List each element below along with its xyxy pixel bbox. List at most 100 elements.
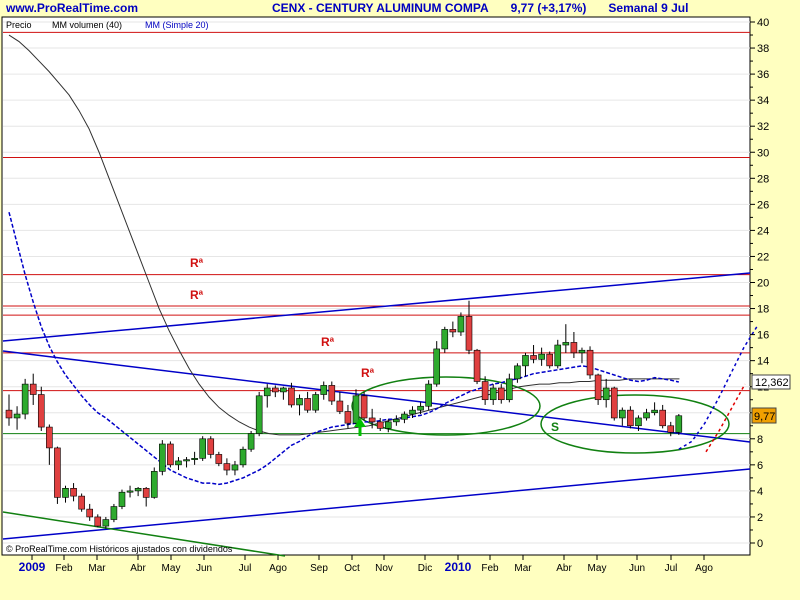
- candle-body: [586, 349, 594, 376]
- x-axis: 2009 Feb Mar Abr May Jun Jul Ago Sep Oct Nov Dic 201…: [19, 555, 713, 574]
- resistance-label: Rª: [321, 335, 335, 349]
- y-tick-label: 22: [757, 251, 769, 263]
- legend-volume-ma: MM volumen (40): [52, 20, 122, 30]
- price-tag-last: 9,77: [751, 407, 777, 424]
- candle-body: [263, 387, 271, 397]
- candle-body: [368, 417, 376, 423]
- y-tick-label: 24: [757, 225, 769, 237]
- candle-body: [602, 387, 610, 401]
- x-tick-label: Abr: [556, 563, 572, 574]
- candle-body: [441, 329, 449, 350]
- price-tag-upper: 12,362: [751, 374, 791, 390]
- candle-body: [247, 433, 255, 450]
- x-tick-label: Ago: [695, 563, 713, 574]
- candle-body: [643, 412, 650, 419]
- candle-body: [191, 458, 198, 460]
- candle-body: [102, 519, 110, 527]
- candle-body: [481, 381, 489, 401]
- price-chart[interactable]: Rª Rª Rª Rª S 02468101214161820222426283…: [0, 0, 800, 600]
- candle-body: [320, 385, 328, 395]
- x-tick-label: May: [162, 563, 181, 574]
- candle-body: [433, 348, 441, 385]
- y-tick-label: 0: [757, 538, 763, 550]
- x-tick-label: Feb: [481, 563, 499, 574]
- y-tick-label: 30: [757, 147, 769, 159]
- y-tick-label: 34: [757, 95, 769, 107]
- candle-body: [70, 487, 77, 497]
- candle-body: [223, 463, 231, 471]
- resistance-label: Rª: [190, 288, 204, 302]
- y-tick-label: 14: [757, 356, 769, 368]
- candle-body: [530, 355, 537, 360]
- x-tick-label: Mar: [514, 563, 532, 574]
- candle-body: [610, 387, 618, 419]
- y-tick-label: 40: [757, 17, 769, 29]
- y-tick-label: 6: [757, 460, 763, 472]
- y-tick-label: 16: [757, 330, 769, 342]
- candle-body: [449, 329, 457, 333]
- x-tick-label: 2009: [19, 560, 46, 574]
- candle-body: [522, 355, 529, 367]
- candle-body: [538, 353, 545, 360]
- candle-body: [255, 395, 263, 434]
- legend-ma: MM (Simple 20): [145, 20, 209, 30]
- price-tag-upper-text: 12,362: [755, 377, 789, 389]
- candle-body: [562, 342, 570, 346]
- candle-body: [376, 421, 384, 429]
- candle-body: [280, 387, 287, 393]
- candle-body: [401, 413, 408, 420]
- candle-body: [304, 398, 311, 411]
- candle-body: [570, 342, 578, 354]
- x-tick-label: Oct: [344, 563, 360, 574]
- candle-body: [457, 316, 465, 333]
- candle-body: [159, 443, 166, 472]
- candle-body: [126, 490, 134, 493]
- y-tick-label: 8: [757, 434, 763, 446]
- legend-price: Precio: [6, 20, 32, 30]
- y-tick-label: 20: [757, 278, 769, 290]
- candle-body: [417, 405, 424, 411]
- candle-body: [110, 506, 118, 520]
- support-label: S: [551, 420, 559, 434]
- x-tick-label: Sep: [310, 563, 328, 574]
- candle-body: [554, 344, 562, 367]
- candle-body: [150, 471, 158, 498]
- candle-body: [635, 417, 642, 427]
- candle-body: [86, 508, 93, 518]
- x-tick-label: May: [588, 563, 607, 574]
- candle-body: [29, 383, 37, 395]
- candle-body: [94, 516, 102, 527]
- candle-body: [465, 316, 473, 351]
- x-tick-label: Ago: [269, 563, 287, 574]
- candle-body: [578, 349, 586, 354]
- candle-body: [167, 443, 174, 466]
- x-tick-label: Dic: [418, 563, 432, 574]
- y-tick-label: 2: [757, 512, 763, 524]
- candle-body: [409, 409, 416, 415]
- candle-body: [46, 426, 53, 449]
- candle-body: [183, 459, 190, 462]
- y-axis: 0246810121416182022242628303234363840: [750, 17, 769, 550]
- candle-body: [296, 398, 303, 406]
- candle-body: [336, 400, 344, 412]
- x-tick-label: Nov: [375, 563, 393, 574]
- candle-body: [675, 415, 683, 433]
- candle-body: [546, 353, 553, 367]
- candle-body: [207, 438, 215, 455]
- candle-body: [239, 448, 247, 466]
- candle-body: [651, 409, 658, 414]
- candle-body: [489, 387, 497, 401]
- candle-body: [594, 374, 602, 401]
- candle-body: [5, 409, 13, 419]
- x-tick-label: Jul: [239, 563, 252, 574]
- candle-body: [13, 413, 21, 419]
- candle-body: [473, 349, 481, 382]
- y-tick-label: 28: [757, 173, 769, 185]
- candle-body: [667, 425, 675, 433]
- y-tick-label: 4: [757, 486, 763, 498]
- candle-body: [199, 438, 206, 459]
- candle-body: [659, 409, 666, 427]
- candle-body: [54, 447, 61, 498]
- candle-body: [62, 487, 69, 498]
- candle-body: [142, 487, 150, 498]
